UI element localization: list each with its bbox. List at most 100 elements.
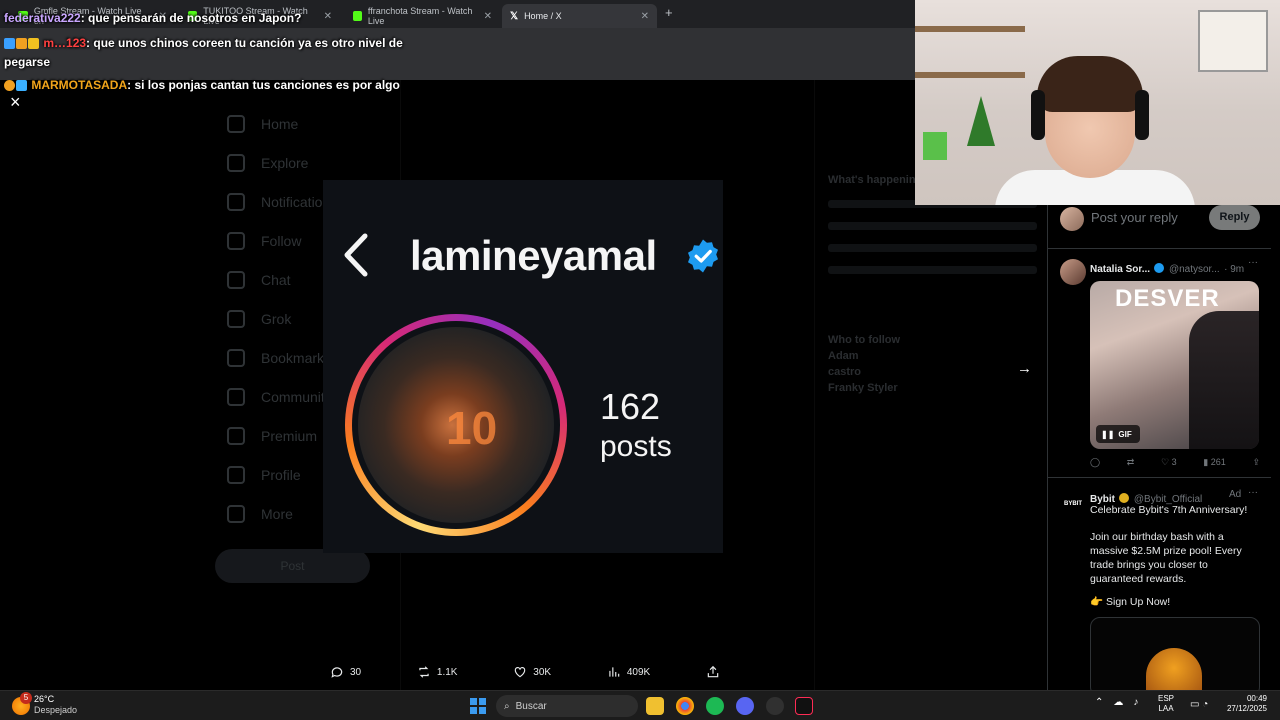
reply-action[interactable]: 30 [330,665,361,679]
x-logo-icon: 𝕏 [510,10,519,22]
chrome-icon[interactable] [676,697,694,715]
christmas-tree [967,96,995,146]
ad-label: Ad [1229,489,1242,500]
search-icon: ⌕ [504,700,510,712]
bybit-logo: BYBIT [1060,491,1086,517]
more-options-icon[interactable]: ··· [1248,487,1258,498]
verified-badge-icon [688,239,718,273]
microphone-icon[interactable]: ♪ [1133,697,1138,708]
heart-icon [515,667,526,678]
bar-chart-icon [609,667,620,677]
reply-author-handle: @natysor... [1168,264,1220,275]
alert-badge-icon [4,80,15,92]
posts-label: posts [600,430,672,463]
file-explorer-icon[interactable] [646,697,664,715]
weather-badge: 5 [20,692,32,704]
tab-close-icon[interactable]: ✕ [641,11,649,22]
share-action[interactable] [706,665,720,679]
taskbar-search[interactable]: ⌕ Buscar [496,695,638,717]
bookmark-icon [227,348,245,367]
reply-time: · 9m [1224,264,1245,275]
start-button[interactable] [470,698,486,714]
repost-icon [419,666,429,678]
follow-suggestion[interactable]: castro [828,366,1037,378]
discord-icon[interactable] [736,697,754,715]
like-action[interactable]: ♡ 3 [1161,457,1177,468]
creeper-figure [923,132,947,160]
new-tab-button[interactable]: + [665,5,673,20]
chat-message: federativa222: que pensarán de nosotros … [4,11,302,25]
bell-icon [227,192,245,211]
like-action[interactable]: 30K [513,665,551,679]
ad-media-card[interactable] [1090,617,1260,697]
chat-message-continued: pegarse [4,55,51,69]
home-icon [227,114,245,133]
clock[interactable]: 00:49 27/12/2025 [1225,694,1267,714]
windows-taskbar: 5 26°C Despejado ⌕ Buscar ⌃ ☁ ♪ ESP LAA … [0,690,1280,720]
nav-home[interactable]: Home [215,104,400,143]
chevron-up-icon[interactable]: ⌃ [1095,697,1103,708]
profile-handle: lamineyamal [410,232,657,279]
who-to-follow-heading: Who to follow [828,334,901,346]
follow-suggestion[interactable]: Franky Styler [828,382,1037,394]
verified-badge-icon [1154,262,1165,273]
views-action[interactable]: ▮ 261 [1203,457,1225,468]
tab-label: Home / X [524,11,562,21]
ad-body: Join our birthday bash with a massive $2… [1090,531,1242,585]
weather-condition: Despejado [34,705,78,715]
tab-label: ffranchota Stream - Watch Live [367,6,473,26]
comment-icon [331,667,343,678]
jersey-number: 10 [446,402,498,454]
reply-gif[interactable]: DESVER ❚❚ GIF [1090,281,1259,449]
gif-badge[interactable]: ❚❚ GIF [1096,425,1140,443]
reply-input[interactable]: Post your reply [1091,210,1178,225]
more-icon [227,504,245,523]
person-add-icon [227,231,245,250]
avatar [1060,259,1086,285]
nav-explore[interactable]: Explore [215,143,400,182]
tiktok-icon[interactable] [795,697,813,715]
story-ring: 10 [345,314,567,536]
chat-message: m…123: que unos chinos coreen tu canción… [4,36,403,50]
back-arrow-icon [344,233,368,277]
onedrive-icon[interactable]: ☁ [1113,697,1123,708]
reply-button[interactable]: Reply [1209,205,1260,230]
reply-actions: ◯ ⇄ ♡ 3 ▮ 261 ⇪ [1090,457,1260,468]
share-icon[interactable]: ⇪ [1252,457,1260,468]
weather-temperature: 26°C [34,694,55,704]
post-action-bar: 30 1.1K 30K 409K [330,662,720,682]
repost-icon[interactable]: ⇄ [1127,457,1135,468]
kick-icon [353,11,362,21]
language-indicator[interactable]: ESP LAA [1158,694,1174,714]
media-image: lamineyamal 10 162 posts [323,180,723,553]
next-media-arrow-icon[interactable]: → [1017,360,1032,377]
ad-cta[interactable]: 👉 Sign Up Now! [1090,595,1262,609]
gif-caption: DESVER [1115,285,1220,312]
follow-suggestion[interactable]: Adam [828,350,1037,362]
tab-close-icon[interactable]: ✕ [324,11,332,22]
post-button[interactable]: Post [215,549,370,583]
profile-avatar: 10 [358,327,554,523]
user-icon [227,465,245,484]
close-media-button[interactable]: × [10,92,21,113]
grok-icon [227,309,245,328]
more-options-icon[interactable]: ··· [1248,257,1258,268]
reply-author-name: Natalia Sor... [1090,264,1151,275]
spotify-icon[interactable] [706,697,724,715]
views-action[interactable]: 409K [607,665,650,679]
webcam-feed [915,0,1280,205]
share-icon [707,665,719,678]
pause-icon: ❚❚ [1101,429,1115,439]
chat-badge-icon [4,38,15,50]
chat-badge-icon [16,38,27,50]
network-volume-icons[interactable]: ▭ ◔ [1190,699,1208,710]
ad-headline: Celebrate Bybit's 7th Anniversary! [1090,504,1248,516]
comment-icon[interactable]: ◯ [1090,457,1100,468]
obs-icon[interactable] [766,697,784,715]
tab-home-x[interactable]: 𝕏 Home / X ✕ [502,4,657,28]
crown-badge-icon [28,38,39,50]
search-icon [227,153,245,172]
tab-close-icon[interactable]: ✕ [484,11,492,22]
repost-action[interactable]: 1.1K [417,665,457,679]
tab-ffranchota[interactable]: ffranchota Stream - Watch Live ✕ [345,4,500,28]
